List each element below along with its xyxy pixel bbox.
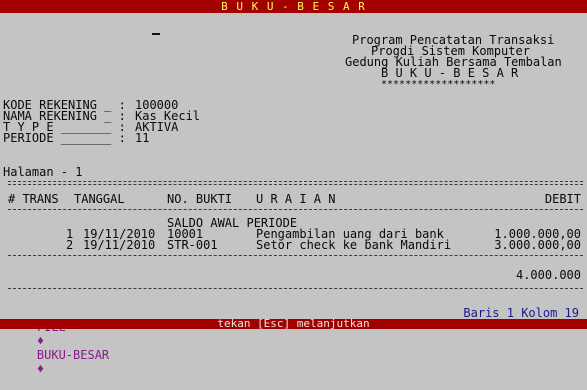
column-header-trans: # TRANS <box>8 192 59 206</box>
row-bukti: STR-001 <box>167 238 218 252</box>
diamond-separator-icon: ♦ <box>36 334 45 348</box>
row-trans: 2 <box>66 238 74 252</box>
column-header-tanggal: TANGGAL <box>74 192 125 206</box>
cursor-position-indicator: Baris 1 Kolom 19 <box>463 306 579 320</box>
window-title: B U K U - B E S A R <box>0 0 587 13</box>
diamond-separator-icon: ♦ <box>36 362 45 376</box>
periode-label: PERIODE _______ : <box>3 131 126 145</box>
row-tanggal: 19/11/2010 <box>83 238 156 252</box>
status-hint: tekan [Esc] melanjutkan <box>0 319 587 329</box>
column-header-debit: DEBIT <box>544 192 581 206</box>
report-screen: Program Pencatatan Transaksi Progdi Sist… <box>0 13 587 316</box>
report-header-line4: B U K U - B E S A R <box>381 66 519 80</box>
row-uraian: Setor check ke bank Mandiri <box>256 238 452 252</box>
page-label: Halaman - 1 <box>3 165 83 179</box>
text-cursor <box>152 33 160 35</box>
total-divider-bottom <box>8 288 583 289</box>
debit-total: 4.000.000 <box>515 268 581 282</box>
column-header-uraian: U R A I A N <box>256 192 336 206</box>
header-divider-bottom <box>8 209 583 210</box>
menu-buku-besar[interactable]: BUKU-BESAR <box>37 348 109 362</box>
periode-value: 11 <box>135 131 150 145</box>
header-divider-top <box>8 181 583 185</box>
row-debit: 3.000.000,00 <box>494 238 581 252</box>
total-divider-top <box>8 255 583 256</box>
column-header-bukti: NO. BUKTI <box>167 192 233 206</box>
report-header-stars: ******************* <box>381 79 496 90</box>
menu-bar: FILE ♦ BUKU-BESAR ♦ Baris 1 Kolom 19 <box>0 305 587 376</box>
